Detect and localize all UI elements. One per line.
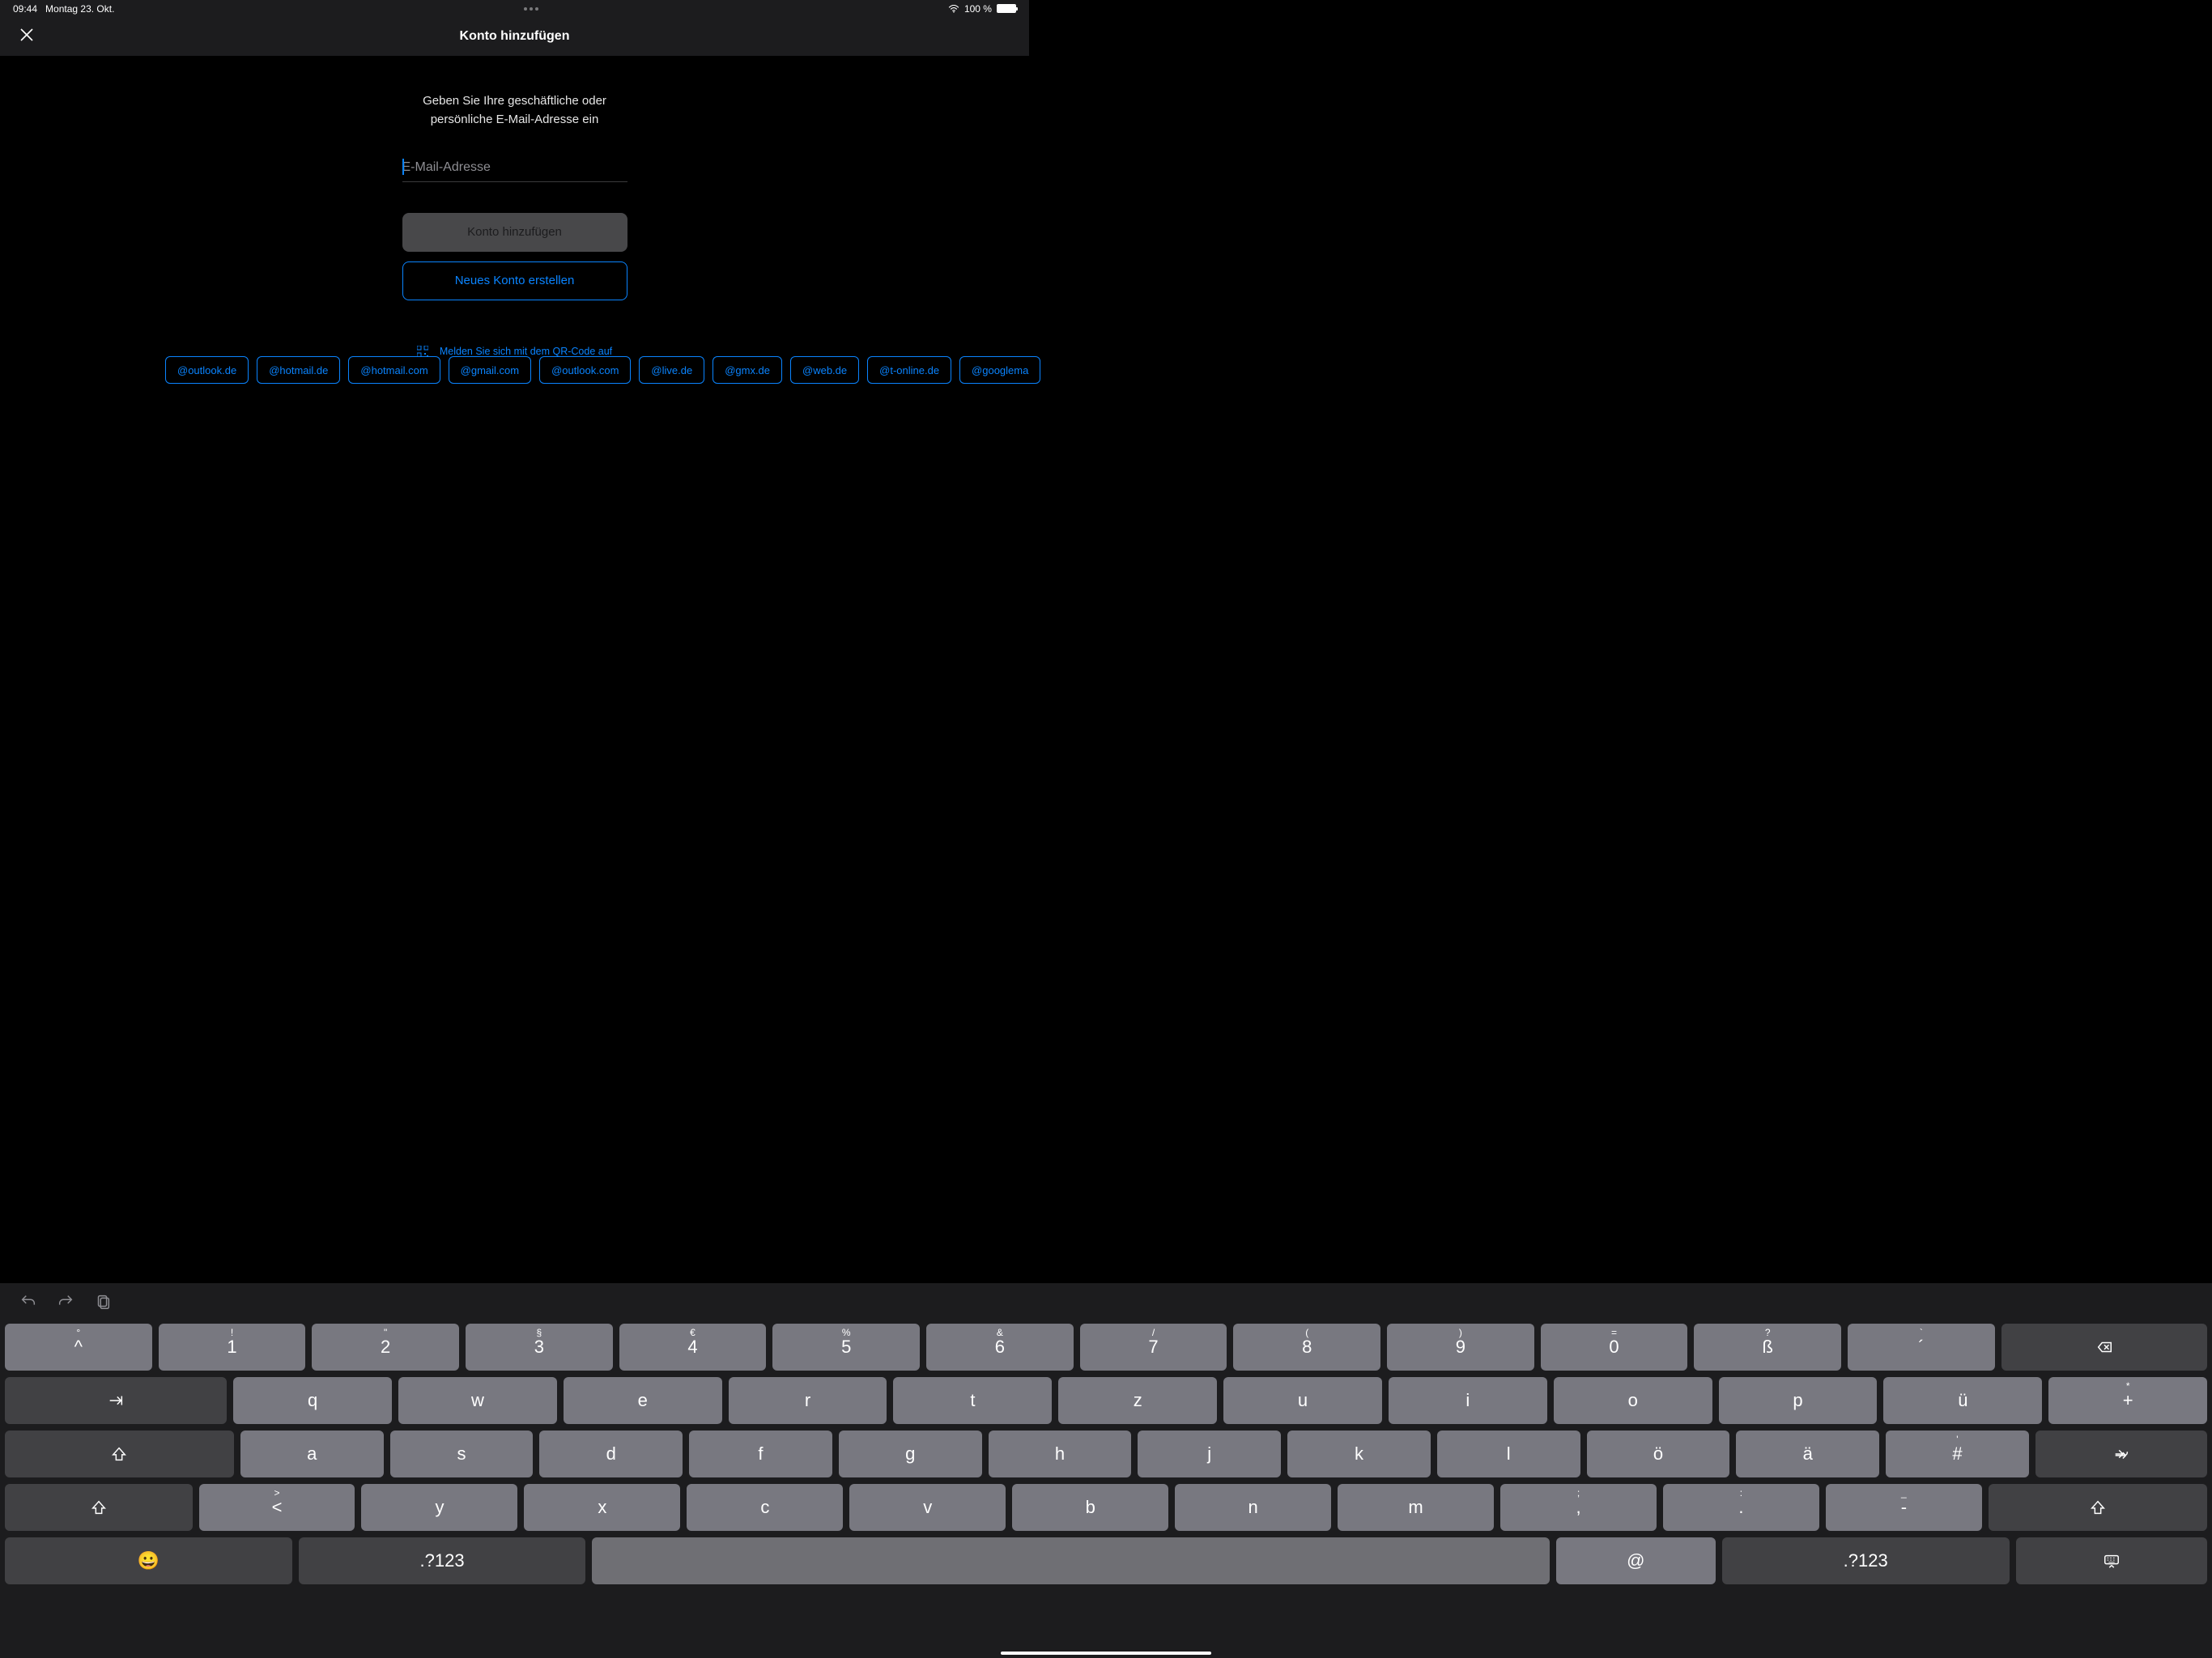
key-angle[interactable]: ><	[199, 1484, 355, 1531]
key-l[interactable]: l	[1437, 1431, 1580, 1477]
status-date: Montag 23. Okt.	[45, 3, 114, 15]
key-e[interactable]: e	[564, 1377, 722, 1424]
status-bar: 09:44 Montag 23. Okt. 100 %	[0, 0, 1029, 17]
home-indicator[interactable]	[1001, 1652, 1211, 1655]
qr-signin-label: Melden Sie sich mit dem QR-Code auf	[440, 346, 612, 357]
domain-chip[interactable]: @t-online.de	[867, 356, 951, 384]
dismiss-keyboard-key[interactable]	[2016, 1537, 2207, 1584]
key-s[interactable]: s	[390, 1431, 534, 1477]
domain-chip[interactable]: @googlema	[959, 356, 1040, 384]
battery-percent: 100 %	[964, 3, 992, 15]
add-account-button[interactable]: Konto hinzufügen	[402, 213, 627, 252]
key-m[interactable]: m	[1338, 1484, 1494, 1531]
key-p[interactable]: p	[1719, 1377, 1878, 1424]
key-d[interactable]: d	[539, 1431, 683, 1477]
key-6[interactable]: &6	[926, 1324, 1074, 1371]
emoji-key[interactable]: 😀	[5, 1537, 292, 1584]
key-n[interactable]: n	[1175, 1484, 1331, 1531]
wifi-icon	[948, 5, 959, 13]
key-r[interactable]: r	[729, 1377, 887, 1424]
return-key[interactable]	[2035, 1431, 2207, 1477]
key-9[interactable]: )9	[1387, 1324, 1534, 1371]
keyboard: °^!1"2§3€4%5&6/7(8)9=0?ß`´ qwertzuiopü*+…	[0, 1283, 2212, 1658]
key-´[interactable]: `´	[1848, 1324, 1995, 1371]
nav-bar: Konto hinzufügen	[0, 17, 1029, 56]
key-1[interactable]: !1	[159, 1324, 306, 1371]
email-input[interactable]	[402, 160, 627, 175]
status-time: 09:44	[13, 3, 37, 15]
key-.[interactable]: :.	[1663, 1484, 1819, 1531]
clipboard-icon[interactable]	[94, 1293, 112, 1315]
space-key[interactable]	[592, 1537, 1549, 1584]
key-5[interactable]: %5	[772, 1324, 920, 1371]
email-field-wrapper[interactable]	[402, 160, 627, 182]
key-hash[interactable]: '#	[1886, 1431, 2029, 1477]
qr-signin-link[interactable]: Melden Sie sich mit dem QR-Code auf	[417, 346, 612, 357]
capslock-key[interactable]	[5, 1431, 234, 1477]
key-v[interactable]: v	[849, 1484, 1006, 1531]
numbers-key-right[interactable]: .?123	[1722, 1537, 2010, 1584]
domain-chip[interactable]: @gmx.de	[713, 356, 782, 384]
key-4[interactable]: €4	[619, 1324, 767, 1371]
key-g[interactable]: g	[839, 1431, 982, 1477]
key-i[interactable]: i	[1389, 1377, 1547, 1424]
key--[interactable]: _-	[1826, 1484, 1982, 1531]
multitask-dots[interactable]	[524, 7, 538, 11]
key-y[interactable]: y	[361, 1484, 517, 1531]
key-h[interactable]: h	[989, 1431, 1132, 1477]
key-w[interactable]: w	[398, 1377, 557, 1424]
numbers-key[interactable]: .?123	[299, 1537, 586, 1584]
key-8[interactable]: (8	[1233, 1324, 1380, 1371]
shift-left-key[interactable]	[5, 1484, 193, 1531]
key-k[interactable]: k	[1287, 1431, 1431, 1477]
key-o[interactable]: o	[1554, 1377, 1712, 1424]
key-c[interactable]: c	[687, 1484, 843, 1531]
key-a[interactable]: a	[240, 1431, 384, 1477]
key-ä[interactable]: ä	[1736, 1431, 1879, 1477]
text-cursor	[402, 159, 404, 175]
key-t[interactable]: t	[893, 1377, 1052, 1424]
qr-icon	[417, 346, 428, 357]
key-u[interactable]: u	[1223, 1377, 1382, 1424]
tab-key[interactable]	[5, 1377, 227, 1424]
main-content: Geben Sie Ihre geschäftliche oder persön…	[0, 56, 1029, 357]
domain-chip[interactable]: @hotmail.com	[348, 356, 440, 384]
key-7[interactable]: /7	[1080, 1324, 1227, 1371]
create-account-button[interactable]: Neues Konto erstellen	[402, 261, 627, 300]
key-q[interactable]: q	[233, 1377, 392, 1424]
key-x[interactable]: x	[524, 1484, 680, 1531]
key-2[interactable]: "2	[312, 1324, 459, 1371]
key-ß[interactable]: ?ß	[1694, 1324, 1841, 1371]
key-z[interactable]: z	[1058, 1377, 1217, 1424]
key-b[interactable]: b	[1012, 1484, 1168, 1531]
key-3[interactable]: §3	[466, 1324, 613, 1371]
domain-chip[interactable]: @web.de	[790, 356, 859, 384]
key-^[interactable]: °^	[5, 1324, 152, 1371]
key-ü[interactable]: ü	[1883, 1377, 2042, 1424]
shift-right-key[interactable]	[1989, 1484, 2207, 1531]
domain-chip[interactable]: @live.de	[639, 356, 704, 384]
battery-icon	[997, 4, 1016, 13]
email-domain-suggestions: @outlook.de @hotmail.de @hotmail.com @gmail…	[0, 356, 2212, 384]
domain-chip[interactable]: @hotmail.de	[257, 356, 340, 384]
key-,[interactable]: ;,	[1500, 1484, 1657, 1531]
domain-chip[interactable]: @outlook.com	[539, 356, 631, 384]
key-plus[interactable]: *+	[2048, 1377, 2207, 1424]
key-0[interactable]: =0	[1541, 1324, 1688, 1371]
prompt-text: Geben Sie Ihre geschäftliche oder persön…	[423, 91, 606, 130]
at-key[interactable]: @	[1556, 1537, 1716, 1584]
key-ö[interactable]: ö	[1587, 1431, 1730, 1477]
keyboard-toolbar	[0, 1283, 2212, 1324]
domain-chip[interactable]: @outlook.de	[165, 356, 249, 384]
domain-chip[interactable]: @gmail.com	[449, 356, 531, 384]
page-title: Konto hinzufügen	[0, 29, 1029, 44]
close-icon[interactable]	[19, 26, 34, 47]
undo-icon[interactable]	[19, 1293, 37, 1315]
key-j[interactable]: j	[1138, 1431, 1281, 1477]
key-f[interactable]: f	[689, 1431, 832, 1477]
redo-icon[interactable]	[57, 1293, 74, 1315]
backspace-key[interactable]	[2001, 1324, 2207, 1371]
